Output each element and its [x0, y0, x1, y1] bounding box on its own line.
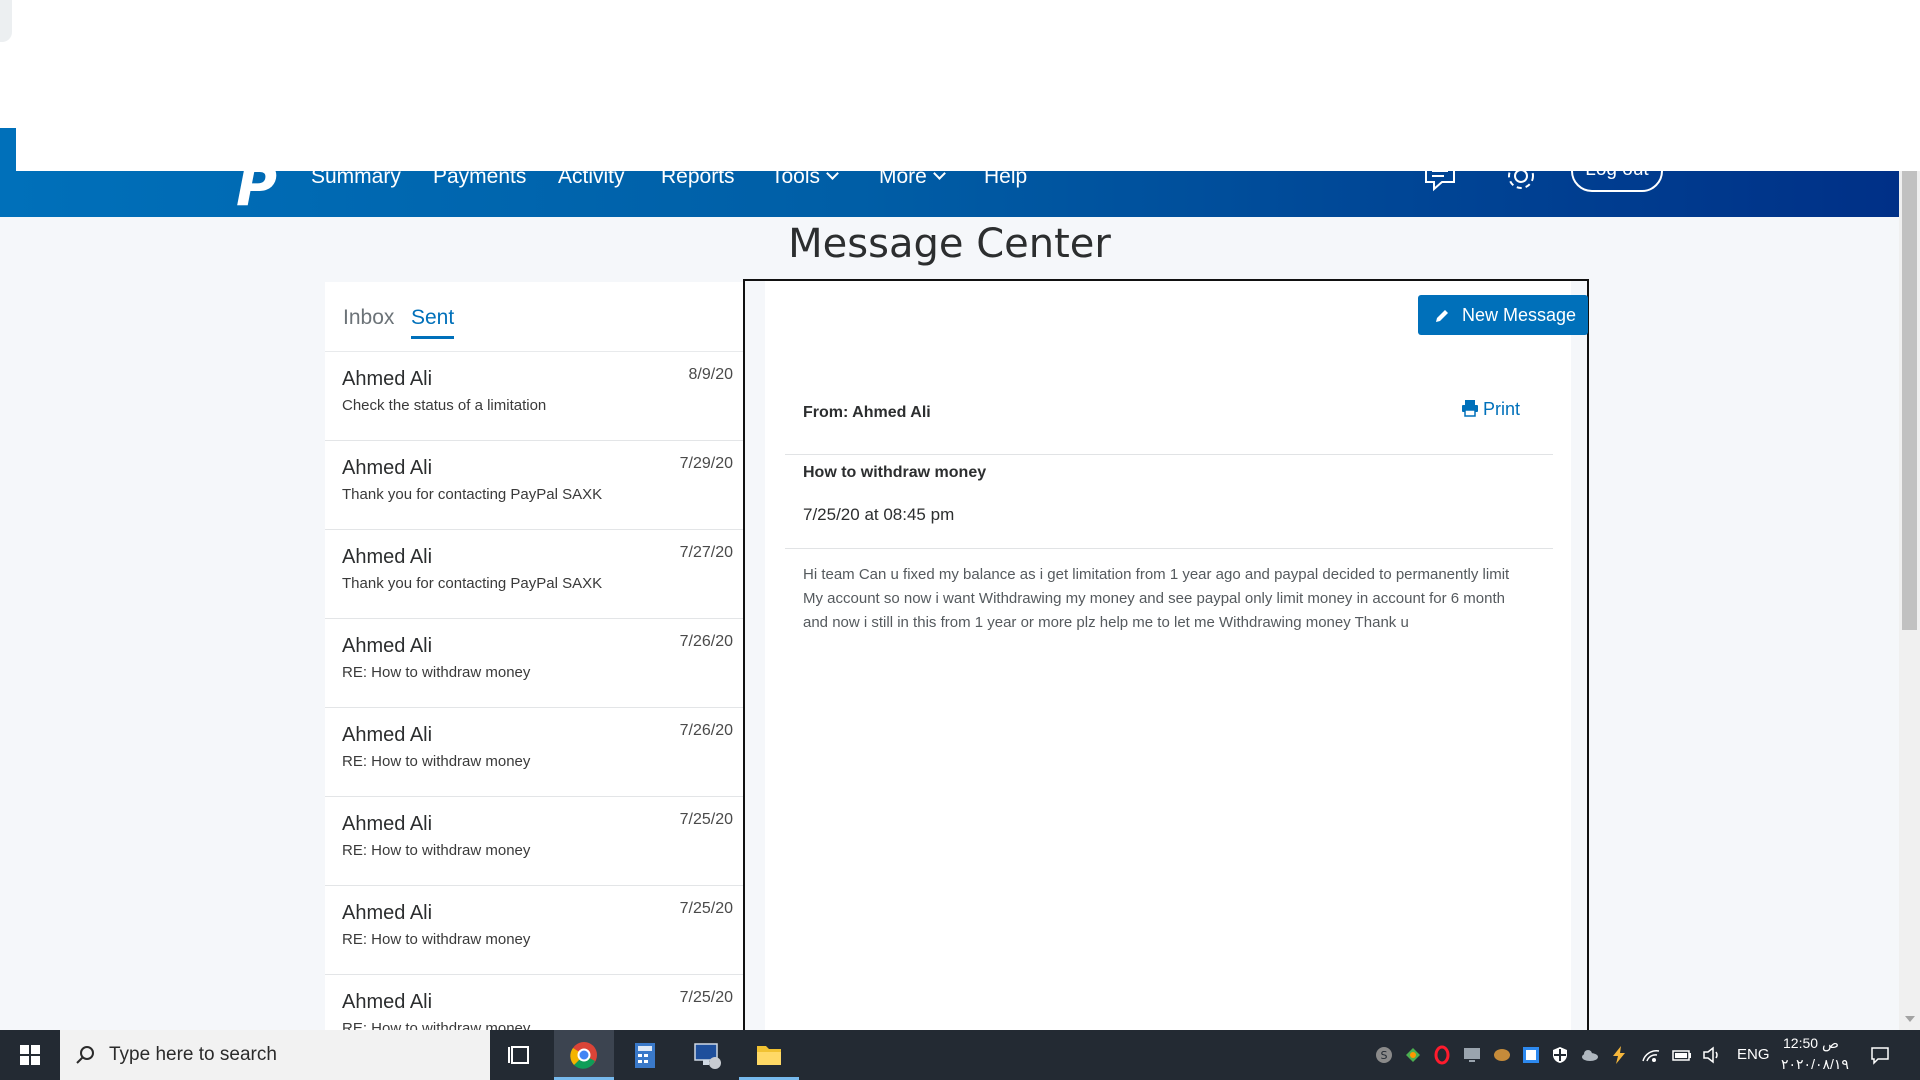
message-card: From: Ahmed Ali Print How to withdraw mo…: [765, 353, 1571, 1032]
message-date: 7/26/20: [679, 722, 733, 739]
scrollbar-thumb[interactable]: [1902, 170, 1917, 630]
power-tray-icon[interactable]: [1609, 1045, 1629, 1065]
message-subject: Thank you for contacting PayPal SAXK: [342, 486, 603, 503]
app-tray-icon[interactable]: [1521, 1045, 1541, 1065]
message-list-item[interactable]: Ahmed Ali 7/27/20 Thank you for contacti…: [325, 530, 745, 619]
message-sender: Ahmed Ali: [342, 546, 433, 568]
windows-start-button[interactable]: [0, 1030, 60, 1080]
message-date: 7/25/20: [679, 900, 733, 917]
message-subject: Check the status of a limitation: [342, 397, 547, 414]
notifications-icon[interactable]: [1870, 1045, 1890, 1065]
message-sender: Ahmed Ali: [342, 635, 433, 657]
message-date: 7/27/20: [679, 544, 733, 561]
onedrive-icon[interactable]: [1580, 1045, 1600, 1065]
message-sender: Ahmed Ali: [342, 457, 433, 479]
language-indicator[interactable]: ENG: [1737, 1046, 1770, 1063]
message-list-panel: Inbox Sent Ahmed Ali 8/9/20 Check the st…: [325, 282, 745, 1030]
message-date: 7/25/20: [679, 989, 733, 1006]
tab-sent[interactable]: Sent: [411, 304, 455, 339]
message-timestamp: 7/25/20 at 08:45 pm: [803, 505, 955, 524]
skype-icon[interactable]: S: [1374, 1045, 1394, 1065]
message-date: 7/29/20: [679, 455, 733, 472]
volume-icon[interactable]: [1702, 1045, 1722, 1065]
pencil-icon: [1436, 310, 1448, 322]
wifi-icon[interactable]: [1641, 1045, 1661, 1065]
message-sender: Ahmed Ali: [342, 991, 433, 1013]
clock-time[interactable]: 12:50 ص: [1783, 1035, 1839, 1052]
message-subject: RE: How to withdraw money: [342, 842, 531, 859]
divider: [785, 548, 1553, 549]
chrome-taskbar-icon[interactable]: [554, 1030, 614, 1080]
message-from: From: Ahmed Ali: [803, 404, 931, 421]
shield-icon[interactable]: [1550, 1045, 1570, 1065]
search-icon: [76, 1046, 94, 1064]
browser-overlay-band: [16, 128, 1920, 171]
message-sender: Ahmed Ali: [342, 902, 433, 924]
app-tray-icon[interactable]: [1403, 1045, 1423, 1065]
message-body: Hi team Can u fixed my balance as i get …: [803, 566, 1510, 631]
printer-icon: [1462, 400, 1478, 417]
message-tabs: Inbox Sent: [325, 282, 745, 352]
battery-icon[interactable]: [1672, 1045, 1692, 1065]
message-subject: RE: How to withdraw money: [342, 931, 531, 948]
message-date: 7/26/20: [679, 633, 733, 650]
message-list-item[interactable]: Ahmed Ali 7/25/20 RE: How to withdraw mo…: [325, 797, 745, 886]
page-scrollbar[interactable]: [1899, 128, 1920, 1030]
calculator-taskbar-icon[interactable]: [615, 1030, 675, 1080]
svg-text:S: S: [1381, 1049, 1388, 1062]
message-list-item[interactable]: Ahmed Ali 7/29/20 Thank you for contacti…: [325, 441, 745, 530]
opera-icon[interactable]: [1432, 1045, 1452, 1065]
page-title: Message Center: [788, 221, 1111, 267]
new-message-button[interactable]: New Message: [1418, 295, 1588, 335]
tab-inbox[interactable]: Inbox: [343, 304, 394, 332]
message-subject: RE: How to withdraw money: [342, 753, 531, 770]
message-date: 8/9/20: [688, 366, 733, 383]
app-tray-icon[interactable]: [1492, 1045, 1512, 1065]
taskbar: Type here to search S ENG 12:50 ص ٢٠٢٠/٠…: [0, 1030, 1920, 1080]
message-date: 7/25/20: [679, 811, 733, 828]
message-list-item[interactable]: Ahmed Ali 7/25/20 RE: How to withdraw mo…: [325, 886, 745, 975]
new-message-label: New Message: [1462, 305, 1577, 325]
browser-tab-corner: [0, 0, 12, 42]
message-sender: Ahmed Ali: [342, 368, 433, 390]
taskbar-search-box[interactable]: Type here to search: [60, 1030, 490, 1080]
monitor-tray-icon[interactable]: [1462, 1045, 1482, 1065]
message-list-item[interactable]: Ahmed Ali 8/9/20 Check the status of a l…: [325, 352, 745, 441]
remote-desktop-taskbar-icon[interactable]: [677, 1030, 737, 1080]
print-button[interactable]: Print: [1461, 399, 1520, 420]
divider: [785, 454, 1553, 455]
message-list-item[interactable]: Ahmed Ali 7/26/20 RE: How to withdraw mo…: [325, 619, 745, 708]
file-explorer-taskbar-icon[interactable]: [739, 1030, 799, 1080]
message-subject: RE: How to withdraw money: [342, 664, 531, 681]
message-list-item[interactable]: Ahmed Ali 7/25/20 RE: How to withdraw mo…: [325, 975, 745, 1030]
message-list-item[interactable]: Ahmed Ali 7/26/20 RE: How to withdraw mo…: [325, 708, 745, 797]
message-detail-inner: New Message From: Ahmed Ali Print How to…: [765, 281, 1588, 1032]
message-subject: Thank you for contacting PayPal SAXK: [342, 575, 603, 592]
message-detail-panel: New Message From: Ahmed Ali Print How to…: [743, 279, 1589, 1032]
search-placeholder: Type here to search: [109, 1044, 277, 1065]
task-view-icon[interactable]: [490, 1030, 550, 1080]
clock-date[interactable]: ٢٠٢٠/٠٨/١٩: [1781, 1056, 1849, 1073]
message-sender: Ahmed Ali: [342, 724, 433, 746]
browser-chrome: [0, 0, 1920, 128]
print-label: Print: [1483, 399, 1521, 419]
message-sender: Ahmed Ali: [342, 813, 433, 835]
scroll-down-arrow-icon[interactable]: [1905, 1016, 1915, 1022]
message-subject: RE: How to withdraw money: [342, 1020, 531, 1030]
windows-logo-icon: [20, 1045, 40, 1065]
message-subject-heading: How to withdraw money: [803, 464, 987, 481]
